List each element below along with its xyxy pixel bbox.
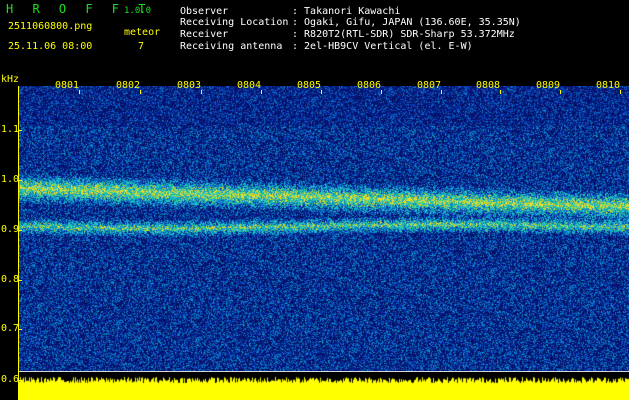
date-time: 25.11.06 08:00: [8, 41, 93, 52]
x-tick-mark: [620, 90, 621, 94]
x-tick-mark: [500, 90, 501, 94]
x-tick-label-0810: 0810: [596, 80, 621, 91]
y-tick-mark: [18, 130, 22, 131]
file-name: 2511060800.png: [8, 21, 93, 32]
x-tick-mark: [140, 90, 141, 94]
y-tick-label-0.9: 0.9: [1, 224, 20, 235]
antenna-label: Receiving antenna: [180, 41, 283, 52]
spectrogram: [18, 86, 629, 372]
x-tick-label-0807: 0807: [417, 80, 442, 91]
app-version: 1.0.0: [124, 6, 152, 16]
antenna-value: : 2el-HB9CV Vertical (el. E-W): [292, 41, 473, 52]
x-tick-label-0801: 0801: [55, 80, 80, 91]
x-tick-label-0804: 0804: [237, 80, 262, 91]
x-tick-label-0802: 0802: [116, 80, 141, 91]
x-tick-label-0805: 0805: [297, 80, 322, 91]
receiver-label: Receiver: [180, 29, 229, 40]
y-tick-mark: [18, 180, 22, 181]
header-panel: H R O F F T 1.0.0 2511060800.png meteor …: [0, 0, 629, 78]
x-tick-mark: [261, 90, 262, 94]
meteor-label: meteor: [124, 27, 161, 38]
x-tick-mark: [441, 90, 442, 94]
receiver-value: : R820T2(RTL-SDR) SDR-Sharp 53.372MHz: [292, 29, 515, 40]
y-tick-mark: [18, 380, 22, 381]
location-label: Receiving Location: [180, 17, 289, 28]
y-tick-label-1.0: 1.0: [1, 174, 20, 185]
strip-divider-line: [18, 371, 629, 372]
x-tick-label-0806: 0806: [357, 80, 382, 91]
y-tick-mark: [18, 329, 22, 330]
meteor-count: 7: [138, 41, 145, 52]
y-tick-label-1.1: 1.1: [1, 124, 20, 135]
y-tick-label-0.7: 0.7: [1, 323, 20, 334]
location-value: : Ogaki, Gifu, JAPAN (136.60E, 35.35N): [292, 17, 521, 28]
y-tick-mark: [18, 280, 22, 281]
x-tick-label-0808: 0808: [476, 80, 501, 91]
y-tick-mark: [18, 230, 22, 231]
x-tick-mark: [560, 90, 561, 94]
x-tick-label-0809: 0809: [536, 80, 561, 91]
x-tick-mark: [381, 90, 382, 94]
x-tick-mark: [201, 90, 202, 94]
y-tick-label-0.6: 0.6: [1, 374, 20, 385]
y-unit-label: kHz: [1, 74, 20, 85]
x-tick-label-0803: 0803: [177, 80, 202, 91]
signal-level-strip: [18, 372, 629, 400]
y-tick-label-0.8: 0.8: [1, 274, 20, 285]
x-tick-mark: [79, 90, 80, 94]
x-tick-mark: [321, 90, 322, 94]
